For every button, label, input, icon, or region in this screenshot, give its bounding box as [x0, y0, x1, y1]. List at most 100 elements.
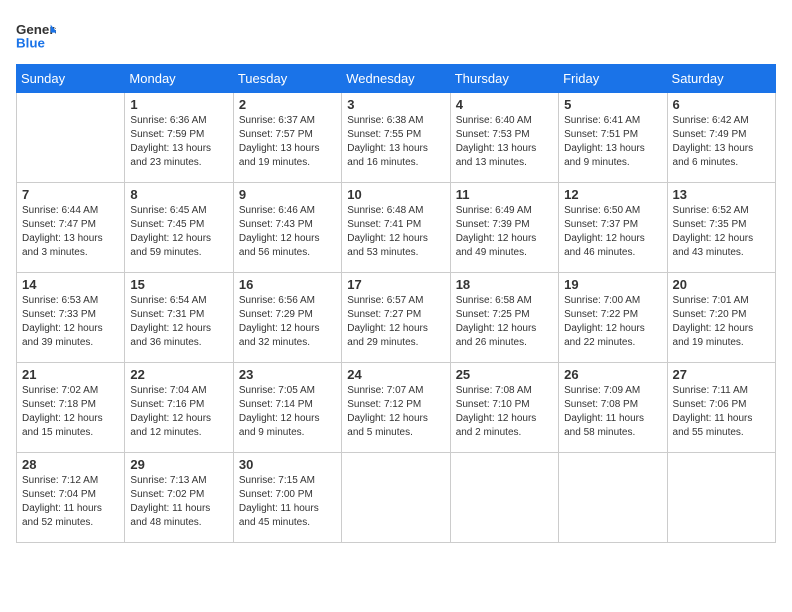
day-info: Sunrise: 7:02 AM Sunset: 7:18 PM Dayligh…	[22, 384, 119, 440]
day-number: 20	[673, 277, 770, 292]
week-row-1: 1 Sunrise: 6:36 AM Sunset: 7:59 PM Daylig…	[17, 93, 776, 183]
day-number: 15	[130, 277, 227, 292]
day-info: Sunrise: 6:46 AM Sunset: 7:43 PM Dayligh…	[239, 204, 336, 260]
day-info: Sunrise: 7:05 AM Sunset: 7:14 PM Dayligh…	[239, 384, 336, 440]
day-number: 6	[673, 97, 770, 112]
day-number: 28	[22, 457, 119, 472]
day-info: Sunrise: 6:36 AM Sunset: 7:59 PM Dayligh…	[130, 114, 227, 170]
calendar-cell: 23 Sunrise: 7:05 AM Sunset: 7:14 PM Dayli…	[233, 363, 341, 453]
calendar-cell: 8Sunrise: 6:45 AM Sunset: 7:45 PM Daylig…	[125, 183, 233, 273]
calendar-cell: 26Sunrise: 7:09 AM Sunset: 7:08 PM Dayli…	[559, 363, 667, 453]
calendar-cell	[17, 93, 125, 183]
calendar-cell: 24 Sunrise: 7:07 AM Sunset: 7:12 PM Dayli…	[342, 363, 450, 453]
day-number: 14	[22, 277, 119, 292]
calendar-cell: 30 Sunrise: 7:15 AM Sunset: 7:00 PM Dayli…	[233, 453, 341, 543]
day-number: 22	[130, 367, 227, 382]
calendar-cell: 3 Sunrise: 6:38 AM Sunset: 7:55 PM Daylig…	[342, 93, 450, 183]
week-row-3: 14 Sunrise: 6:53 AM Sunset: 7:33 PM Dayli…	[17, 273, 776, 363]
day-number: 2	[239, 97, 336, 112]
calendar-cell: 25Sunrise: 7:08 AM Sunset: 7:10 PM Dayli…	[450, 363, 558, 453]
day-number: 1	[130, 97, 227, 112]
calendar-cell: 15Sunrise: 6:54 AM Sunset: 7:31 PM Dayli…	[125, 273, 233, 363]
day-number: 21	[22, 367, 119, 382]
week-row-4: 21 Sunrise: 7:02 AM Sunset: 7:18 PM Dayli…	[17, 363, 776, 453]
weekday-friday: Friday	[559, 65, 667, 93]
day-info: Sunrise: 7:01 AM Sunset: 7:20 PM Dayligh…	[673, 294, 770, 350]
day-info: Sunrise: 6:50 AM Sunset: 7:37 PM Dayligh…	[564, 204, 661, 260]
day-number: 24	[347, 367, 444, 382]
day-info: Sunrise: 7:13 AM Sunset: 7:02 PM Dayligh…	[130, 474, 227, 530]
weekday-sunday: Sunday	[17, 65, 125, 93]
calendar-cell	[342, 453, 450, 543]
calendar-cell: 7Sunrise: 6:44 AM Sunset: 7:47 PM Daylig…	[17, 183, 125, 273]
calendar-cell: 9 Sunrise: 6:46 AM Sunset: 7:43 PM Daylig…	[233, 183, 341, 273]
weekday-wednesday: Wednesday	[342, 65, 450, 93]
day-info: Sunrise: 7:12 AM Sunset: 7:04 PM Dayligh…	[22, 474, 119, 530]
calendar-cell: 18Sunrise: 6:58 AM Sunset: 7:25 PM Dayli…	[450, 273, 558, 363]
day-info: Sunrise: 7:11 AM Sunset: 7:06 PM Dayligh…	[673, 384, 770, 440]
weekday-saturday: Saturday	[667, 65, 775, 93]
day-info: Sunrise: 7:00 AM Sunset: 7:22 PM Dayligh…	[564, 294, 661, 350]
day-info: Sunrise: 6:56 AM Sunset: 7:29 PM Dayligh…	[239, 294, 336, 350]
logo-icon: General Blue	[16, 16, 56, 56]
page-header: General Blue	[16, 16, 776, 56]
day-number: 26	[564, 367, 661, 382]
logo: General Blue	[16, 16, 56, 56]
day-info: Sunrise: 7:07 AM Sunset: 7:12 PM Dayligh…	[347, 384, 444, 440]
calendar-cell: 21 Sunrise: 7:02 AM Sunset: 7:18 PM Dayli…	[17, 363, 125, 453]
day-number: 11	[456, 187, 553, 202]
calendar-cell: 29Sunrise: 7:13 AM Sunset: 7:02 PM Dayli…	[125, 453, 233, 543]
calendar-cell: 22Sunrise: 7:04 AM Sunset: 7:16 PM Dayli…	[125, 363, 233, 453]
calendar-cell: 2 Sunrise: 6:37 AM Sunset: 7:57 PM Daylig…	[233, 93, 341, 183]
day-info: Sunrise: 6:49 AM Sunset: 7:39 PM Dayligh…	[456, 204, 553, 260]
day-info: Sunrise: 6:41 AM Sunset: 7:51 PM Dayligh…	[564, 114, 661, 170]
calendar-cell: 13Sunrise: 6:52 AM Sunset: 7:35 PM Dayli…	[667, 183, 775, 273]
day-number: 5	[564, 97, 661, 112]
weekday-header-row: SundayMondayTuesdayWednesdayThursdayFrid…	[17, 65, 776, 93]
weekday-thursday: Thursday	[450, 65, 558, 93]
calendar-cell: 14 Sunrise: 6:53 AM Sunset: 7:33 PM Dayli…	[17, 273, 125, 363]
calendar-cell: 17Sunrise: 6:57 AM Sunset: 7:27 PM Dayli…	[342, 273, 450, 363]
day-number: 3	[347, 97, 444, 112]
day-number: 4	[456, 97, 553, 112]
week-row-5: 28 Sunrise: 7:12 AM Sunset: 7:04 PM Dayli…	[17, 453, 776, 543]
calendar-cell: 20 Sunrise: 7:01 AM Sunset: 7:20 PM Dayli…	[667, 273, 775, 363]
day-info: Sunrise: 6:38 AM Sunset: 7:55 PM Dayligh…	[347, 114, 444, 170]
calendar-cell: 5 Sunrise: 6:41 AM Sunset: 7:51 PM Daylig…	[559, 93, 667, 183]
calendar-cell: 16 Sunrise: 6:56 AM Sunset: 7:29 PM Dayli…	[233, 273, 341, 363]
day-number: 10	[347, 187, 444, 202]
day-number: 23	[239, 367, 336, 382]
calendar-cell: 4 Sunrise: 6:40 AM Sunset: 7:53 PM Daylig…	[450, 93, 558, 183]
weekday-monday: Monday	[125, 65, 233, 93]
weekday-tuesday: Tuesday	[233, 65, 341, 93]
calendar-cell: 12 Sunrise: 6:50 AM Sunset: 7:37 PM Dayli…	[559, 183, 667, 273]
day-info: Sunrise: 6:53 AM Sunset: 7:33 PM Dayligh…	[22, 294, 119, 350]
day-info: Sunrise: 6:48 AM Sunset: 7:41 PM Dayligh…	[347, 204, 444, 260]
day-number: 19	[564, 277, 661, 292]
svg-text:Blue: Blue	[16, 35, 45, 50]
calendar-cell	[450, 453, 558, 543]
day-info: Sunrise: 6:45 AM Sunset: 7:45 PM Dayligh…	[130, 204, 227, 260]
day-number: 18	[456, 277, 553, 292]
calendar-cell: 6 Sunrise: 6:42 AM Sunset: 7:49 PM Daylig…	[667, 93, 775, 183]
day-number: 16	[239, 277, 336, 292]
calendar-cell: 27Sunrise: 7:11 AM Sunset: 7:06 PM Dayli…	[667, 363, 775, 453]
calendar-cell: 11 Sunrise: 6:49 AM Sunset: 7:39 PM Dayli…	[450, 183, 558, 273]
day-number: 12	[564, 187, 661, 202]
calendar-table: SundayMondayTuesdayWednesdayThursdayFrid…	[16, 64, 776, 543]
day-number: 25	[456, 367, 553, 382]
day-number: 9	[239, 187, 336, 202]
day-info: Sunrise: 6:52 AM Sunset: 7:35 PM Dayligh…	[673, 204, 770, 260]
calendar-cell: 28 Sunrise: 7:12 AM Sunset: 7:04 PM Dayli…	[17, 453, 125, 543]
calendar-cell	[667, 453, 775, 543]
day-info: Sunrise: 6:40 AM Sunset: 7:53 PM Dayligh…	[456, 114, 553, 170]
day-info: Sunrise: 6:37 AM Sunset: 7:57 PM Dayligh…	[239, 114, 336, 170]
day-info: Sunrise: 6:42 AM Sunset: 7:49 PM Dayligh…	[673, 114, 770, 170]
calendar-body: 1 Sunrise: 6:36 AM Sunset: 7:59 PM Daylig…	[17, 93, 776, 543]
calendar-cell: 10 Sunrise: 6:48 AM Sunset: 7:41 PM Dayli…	[342, 183, 450, 273]
calendar-cell	[559, 453, 667, 543]
day-info: Sunrise: 6:44 AM Sunset: 7:47 PM Dayligh…	[22, 204, 119, 260]
day-number: 30	[239, 457, 336, 472]
calendar-cell: 1 Sunrise: 6:36 AM Sunset: 7:59 PM Daylig…	[125, 93, 233, 183]
day-info: Sunrise: 7:15 AM Sunset: 7:00 PM Dayligh…	[239, 474, 336, 530]
